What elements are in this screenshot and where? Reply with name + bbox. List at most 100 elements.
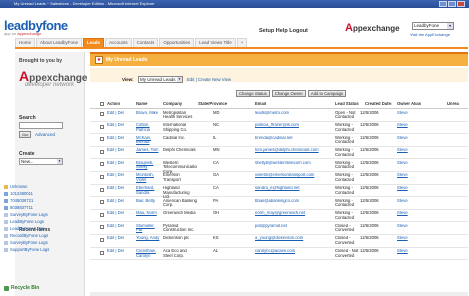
list-item[interactable]: SurveyByFone Logs (4, 211, 66, 218)
email-link[interactable]: norm_may@greenwich.net (255, 211, 331, 216)
list-item[interactable]: SupportByFone Logs (4, 246, 66, 253)
tab-accounts[interactable]: Accounts (105, 38, 132, 47)
tab-about[interactable]: About LeadbyFone (36, 38, 83, 47)
column-header-name[interactable]: Name (136, 102, 162, 107)
select-all-checkbox[interactable] (100, 102, 104, 106)
advanced-search-link[interactable]: Advanced (35, 132, 55, 137)
tab-home[interactable]: Home (15, 38, 36, 47)
tab-opportunities[interactable]: Opportunities (159, 38, 195, 47)
recycle-bin-link[interactable]: Recycle Bin (4, 285, 39, 291)
view-select[interactable]: My Unread Leads ▾ (138, 76, 183, 83)
owner-alias-link[interactable]: Steve (397, 236, 427, 241)
list-item[interactable]: LeadByFone Logs (4, 218, 66, 225)
table-row[interactable]: Edit | Del Bair, Betty American Banking Co… (90, 197, 468, 210)
column-header-unread[interactable]: Unrea (447, 102, 468, 107)
change-owner-button[interactable]: Change Owner (271, 90, 306, 97)
row-checkbox[interactable] (100, 200, 104, 205)
owner-alias-link[interactable]: Steve (397, 186, 427, 191)
column-header-email[interactable]: Email (255, 102, 331, 107)
table-row[interactable]: Edit | Del Mcintosh, Violet Emerson Transp… (90, 172, 468, 185)
row-checkbox[interactable] (100, 137, 104, 142)
table-row[interactable]: Edit | Del Braunelli, Shelly Western Telec… (90, 159, 468, 174)
table-row[interactable]: Edit | Del Bravo, Mike Metropolitan Health… (90, 109, 468, 122)
view-edit-links[interactable]: Edit | Create New View (187, 77, 231, 82)
maximize-button[interactable] (448, 1, 456, 7)
edit-del-links[interactable]: Edit | Del (107, 186, 134, 191)
create-new-select[interactable]: New... ▾ (19, 158, 63, 165)
table-row[interactable]: Edit | Del Cotton, Patricia International … (90, 122, 468, 135)
tab-contacts[interactable]: Contacts (132, 38, 159, 47)
owner-alias-link[interactable]: Steve (397, 136, 427, 141)
email-link[interactable]: bbair@abankingco.com (255, 199, 331, 204)
email-link[interactable]: a_young@dickenson.com (255, 236, 331, 241)
add-to-campaign-button[interactable]: Add to Campaign (307, 90, 347, 97)
list-item[interactable]: Unknown (4, 183, 66, 190)
row-checkbox[interactable] (100, 212, 104, 217)
owner-alias-link[interactable]: Steve (397, 173, 427, 178)
lead-name-link[interactable]: Mcintosh, Violet (136, 173, 162, 182)
row-checkbox[interactable] (100, 174, 104, 179)
lead-name-link[interactable]: Cotton, Patricia (136, 123, 162, 132)
owner-alias-link[interactable]: Steve (397, 211, 427, 216)
email-link[interactable]: shellyb@westerntelecom.com (255, 161, 331, 166)
row-checkbox[interactable] (100, 237, 104, 242)
edit-del-links[interactable]: Edit | Del (107, 123, 134, 128)
email-link[interactable]: patricia_ffrazer@is.com (255, 123, 331, 128)
minimize-button[interactable] (439, 1, 447, 7)
email-link[interactable]: violetm@emersontransport.com (255, 173, 331, 178)
edit-del-links[interactable]: Edit | Del (107, 161, 134, 166)
lead-name-link[interactable]: Crenshaw, Carolyn (136, 249, 162, 258)
visit-appexchange-link[interactable]: Visit the AppExchange (410, 32, 450, 37)
change-status-button[interactable]: Change Status (236, 90, 270, 97)
lead-name-link[interactable]: Young, Andy (136, 236, 162, 241)
table-row[interactable]: Edit | Del Young, Andy Dickenson plc KS a_yo… (90, 235, 468, 248)
edit-del-links[interactable]: Edit | Del (107, 173, 134, 178)
list-item[interactable]: 8038837711 (4, 204, 66, 211)
list-item[interactable]: LeadByFone Logs (4, 225, 66, 232)
row-checkbox[interactable] (100, 112, 104, 116)
app-switcher-select[interactable]: LeadbyFone ▾ (412, 22, 454, 30)
tab-add[interactable]: + (236, 38, 248, 47)
edit-del-links[interactable]: Edit | Del (107, 236, 134, 241)
edit-del-links[interactable]: Edit | Del (107, 111, 134, 116)
edit-del-links[interactable]: Edit | Del (107, 224, 134, 229)
row-checkbox[interactable] (100, 187, 104, 192)
lead-name-link[interactable]: Eberhard, Sandra (136, 186, 162, 195)
owner-alias-link[interactable]: Steve (397, 249, 427, 254)
edit-del-links[interactable]: Edit | Del (107, 249, 134, 254)
column-header-company[interactable]: Company (163, 102, 197, 107)
row-checkbox[interactable] (100, 225, 104, 230)
owner-alias-link[interactable]: Steve (397, 111, 427, 116)
tab-leads[interactable]: Leads (83, 38, 105, 47)
horizontal-scrollbar[interactable] (90, 292, 468, 296)
row-checkbox[interactable] (100, 124, 104, 129)
lead-name-link[interactable]: James, Tom (136, 148, 162, 153)
edit-del-links[interactable]: Edit | Del (107, 136, 134, 141)
column-header-state[interactable]: State/Province (198, 102, 238, 107)
email-link[interactable]: pat@pyramid.net (255, 224, 331, 229)
owner-alias-link[interactable]: Steve (397, 123, 427, 128)
header-links[interactable]: Setup Help Logout (259, 28, 308, 34)
list-item[interactable]: SurveyByFone Logs (4, 239, 66, 246)
table-row[interactable]: Edit | Del James, Tom Delphi Chemicals MN to… (90, 147, 468, 160)
row-checkbox[interactable] (100, 250, 104, 255)
table-row[interactable]: Edit | Del Eberhard, Sandra Highland Manuf… (90, 185, 468, 199)
tab-lead-views[interactable]: Lead Views Title (195, 38, 236, 47)
edit-del-links[interactable]: Edit | Del (107, 199, 134, 204)
email-link[interactable]: tom.james@delphi.chemicals.com (255, 148, 331, 153)
owner-alias-link[interactable]: Steve (397, 199, 427, 204)
list-item[interactable]: 1012480011 (4, 190, 66, 197)
email-link[interactable]: carolync@acaes.com (255, 249, 331, 254)
owner-alias-link[interactable]: Steve (397, 161, 427, 166)
list-item[interactable]: 7045036721 (4, 197, 66, 204)
column-header-owner-alias[interactable]: Owner Alias (397, 102, 427, 107)
table-row[interactable]: Edit | Del Stumuller, Pat Pyramid Construc… (90, 222, 468, 235)
list-item[interactable]: RecordByFone Logs (4, 232, 66, 239)
close-button[interactable] (457, 1, 465, 7)
edit-del-links[interactable]: Edit | Del (107, 211, 134, 216)
owner-alias-link[interactable]: Steve (397, 224, 427, 229)
row-checkbox[interactable] (100, 149, 104, 154)
go-button[interactable]: Go! (19, 131, 32, 138)
owner-alias-link[interactable]: Steve (397, 148, 427, 153)
table-row[interactable]: Edit | Del Crenshaw, Carolyn Aca Eco and S… (90, 248, 468, 261)
